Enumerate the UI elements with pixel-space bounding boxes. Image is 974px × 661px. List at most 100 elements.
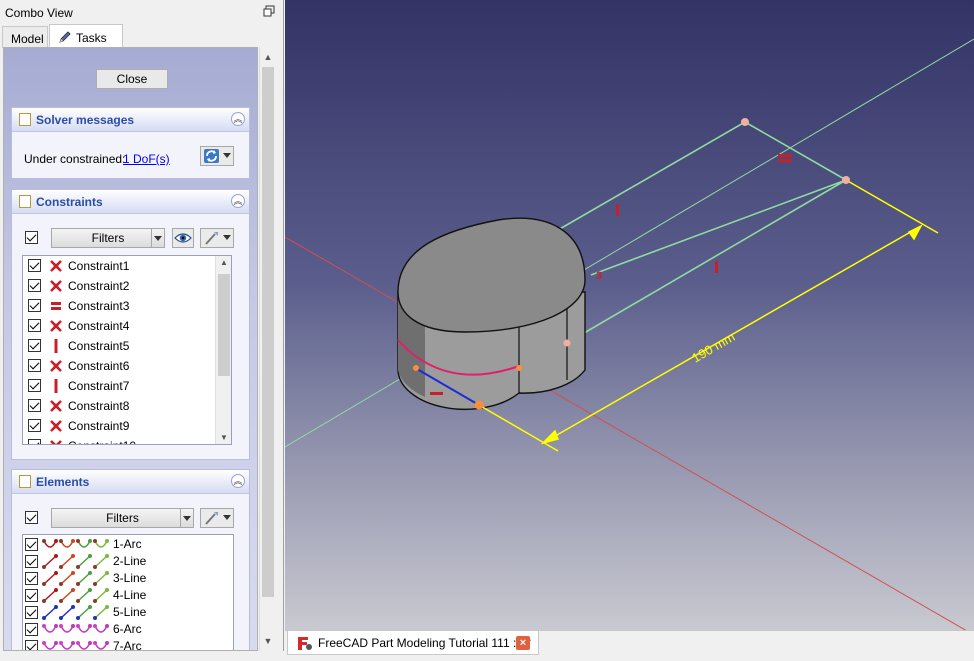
- elements-select-all-checkbox[interactable]: [25, 511, 38, 524]
- constraint-label: Constraint2: [68, 279, 130, 293]
- constraint-row[interactable]: Constraint9: [23, 416, 231, 436]
- element-checkbox[interactable]: [25, 589, 38, 602]
- constraint-row[interactable]: Constraint5: [23, 336, 231, 356]
- close-icon[interactable]: ×: [516, 636, 530, 650]
- element-label: 7-Arc: [113, 639, 142, 651]
- element-type-icons[interactable]: [42, 554, 110, 569]
- element-type-icons[interactable]: [42, 537, 110, 552]
- coincident-icon: [48, 418, 64, 434]
- constraints-header[interactable]: Constraints ︽: [12, 190, 249, 214]
- element-row[interactable]: 7-Arc: [23, 638, 233, 651]
- element-row[interactable]: 3-Line: [23, 570, 233, 587]
- element-label: 1-Arc: [113, 537, 142, 551]
- element-type-icons[interactable]: [42, 588, 110, 603]
- filter-label: Filters: [91, 231, 125, 245]
- pencil-icon: [58, 30, 72, 44]
- task-panel: Close Solver messages ︽ Under constraine…: [3, 47, 258, 651]
- element-row[interactable]: 1-Arc: [23, 536, 233, 553]
- constraints-title: Constraints: [36, 195, 103, 209]
- constraint-checkbox[interactable]: [28, 359, 41, 372]
- constraints-list-scrollbar[interactable]: ▲ ▼: [215, 256, 231, 444]
- visibility-button[interactable]: [172, 228, 194, 248]
- collapse-icon[interactable]: ︽: [231, 112, 245, 126]
- constraint-row[interactable]: Constraint4: [23, 316, 231, 336]
- element-checkbox[interactable]: [25, 640, 38, 650]
- constraint-row[interactable]: Constraint1: [23, 256, 231, 276]
- constraint-row[interactable]: Constraint3: [23, 296, 231, 316]
- auto-update-button[interactable]: [200, 146, 234, 166]
- constraint-settings-button[interactable]: [200, 228, 234, 248]
- element-row[interactable]: 6-Arc: [23, 621, 233, 638]
- constraint-row[interactable]: Constraint10: [23, 436, 231, 444]
- element-row[interactable]: 5-Line: [23, 604, 233, 621]
- collapse-icon[interactable]: ︽: [231, 194, 245, 208]
- constraints-select-all-checkbox[interactable]: [25, 231, 38, 244]
- elements-header[interactable]: Elements ︽: [12, 470, 249, 494]
- constraint-checkbox[interactable]: [28, 379, 41, 392]
- tab-tasks[interactable]: Tasks: [49, 24, 123, 48]
- constraints-filter-dropdown[interactable]: Filters: [51, 228, 165, 248]
- constraint-checkbox[interactable]: [28, 419, 41, 432]
- chevron-down-icon: [151, 229, 164, 247]
- element-checkbox[interactable]: [25, 555, 38, 568]
- collapse-icon[interactable]: ︽: [231, 474, 245, 488]
- element-checkbox[interactable]: [25, 623, 38, 636]
- element-checkbox[interactable]: [25, 572, 38, 585]
- x-axis: [285, 236, 967, 630]
- elements-filter-dropdown[interactable]: Filters: [51, 508, 194, 528]
- task-panel-scrollbar[interactable]: ▲ ▼: [259, 47, 275, 651]
- coincident-icon: [48, 258, 64, 274]
- elements-list[interactable]: 1-Arc 2-Line 3-Line 4-Line 5-Line 6-Arc 7-Arc: [22, 534, 234, 651]
- coincident-icon: [48, 318, 64, 334]
- elements-panel: Elements ︽ Filters 1-Arc 2-Line 3-Line 4-Li…: [11, 469, 250, 651]
- solver-messages-header[interactable]: Solver messages ︽: [12, 108, 249, 132]
- float-window-icon[interactable]: [263, 5, 275, 17]
- element-checkbox[interactable]: [25, 606, 38, 619]
- sketch-geometry: [557, 121, 847, 344]
- constraint-row[interactable]: Constraint2: [23, 276, 231, 296]
- constraint-label: Constraint6: [68, 359, 130, 373]
- vertical-icon: [48, 338, 64, 354]
- constraint-row[interactable]: Constraint7: [23, 376, 231, 396]
- 3d-scene[interactable]: 190 mm 3: [285, 0, 974, 630]
- constraint-checkbox[interactable]: [28, 439, 41, 444]
- under-constrained-label: Under constrained:: [24, 152, 126, 166]
- dof-link[interactable]: 1 DoF(s): [123, 152, 170, 166]
- panel-icon: [19, 475, 31, 488]
- element-checkbox[interactable]: [25, 538, 38, 551]
- settings-tool-icon: [205, 512, 218, 525]
- equal-icon: [48, 298, 64, 314]
- close-button[interactable]: Close: [96, 69, 168, 89]
- constraint-label: Constraint9: [68, 419, 130, 433]
- element-label: 5-Line: [113, 605, 147, 619]
- constraints-list[interactable]: Constraint1 Constraint2 Constraint3 Constra…: [22, 255, 232, 445]
- element-type-icons[interactable]: [42, 571, 110, 586]
- element-type-icons[interactable]: [42, 605, 110, 620]
- element-type-icons[interactable]: [42, 639, 110, 650]
- constraint-label: Constraint1: [68, 259, 130, 273]
- constraint-checkbox[interactable]: [28, 319, 41, 332]
- constraint-checkbox[interactable]: [28, 259, 41, 272]
- constraints-panel: Constraints ︽ Filters Constraint1 Constr…: [11, 189, 250, 460]
- tab-model[interactable]: Model: [2, 26, 48, 48]
- dimension-label[interactable]: 190 mm: [689, 329, 737, 365]
- constraint-number-label: 3: [596, 270, 602, 282]
- constraint-row[interactable]: Constraint6: [23, 356, 231, 376]
- constraint-checkbox[interactable]: [28, 339, 41, 352]
- element-row[interactable]: 4-Line: [23, 587, 233, 604]
- element-row[interactable]: 2-Line: [23, 553, 233, 570]
- panel-icon: [19, 113, 31, 126]
- constraint-checkbox[interactable]: [28, 399, 41, 412]
- constraint-checkbox[interactable]: [28, 279, 41, 292]
- chevron-down-icon: [180, 509, 193, 527]
- constraint-label: Constraint7: [68, 379, 130, 393]
- chevron-down-icon: [223, 235, 231, 240]
- element-type-icons[interactable]: [42, 622, 110, 637]
- constraint-row[interactable]: Constraint8: [23, 396, 231, 416]
- 3d-view[interactable]: 190 mm 3: [285, 0, 974, 630]
- document-tab[interactable]: FreeCAD Part Modeling Tutorial 111 : 1* …: [287, 631, 539, 655]
- constraint-checkbox[interactable]: [28, 299, 41, 312]
- element-label: 4-Line: [113, 588, 147, 602]
- element-settings-button[interactable]: [200, 508, 234, 528]
- coincident-icon: [48, 438, 64, 444]
